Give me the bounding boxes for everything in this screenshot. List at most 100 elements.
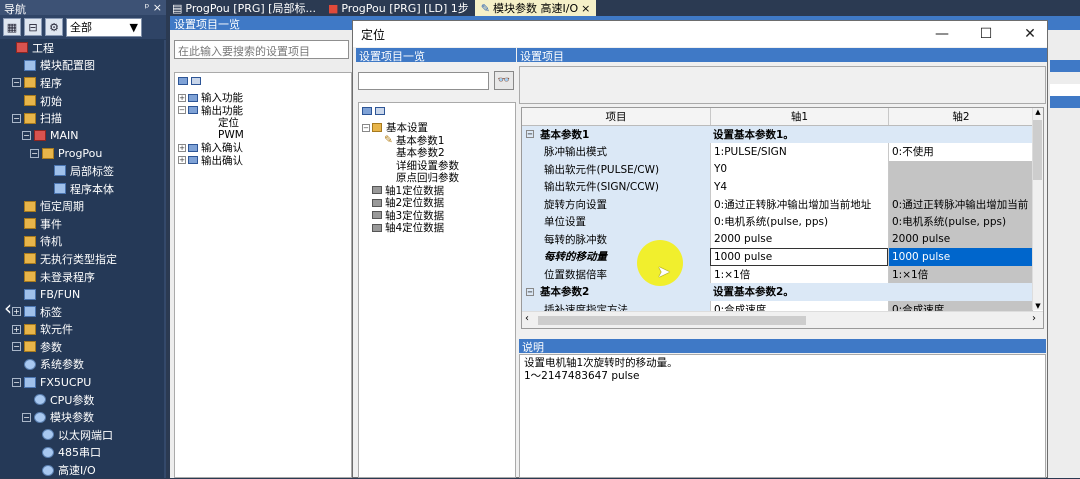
scroll-up-icon[interactable]: ▲ xyxy=(1033,108,1043,116)
expand-toggle-icon[interactable]: − xyxy=(30,148,39,158)
nav-item[interactable]: − ProgPou xyxy=(0,145,166,163)
grid-cell-axis2[interactable]: 1000 pulse xyxy=(888,248,1033,266)
nav-item[interactable]: 系统参数 xyxy=(0,356,166,374)
grid-row[interactable]: 单位设置 0:电机系统(pulse, pps) 0:电机系统(pulse, pps) xyxy=(522,213,1033,231)
grid-row[interactable]: 旋转方向设置 0:通过正转脉冲输出增加当前地址 0:通过正转脉冲输出增加当前 xyxy=(522,195,1033,213)
expand-toggle-icon[interactable]: − xyxy=(12,342,21,352)
nav-item[interactable]: − FX5UCPU xyxy=(0,373,166,391)
tab-ladder[interactable]: ■ ProgPou [PRG] [LD] 1步 xyxy=(322,0,475,16)
grid-cell-axis2[interactable]: 0:通过正转脉冲输出增加当前 xyxy=(888,195,1033,213)
nav-item[interactable]: − 模块参数 xyxy=(0,408,166,426)
expand-toggle-icon[interactable]: − xyxy=(22,131,31,141)
tab-module-param[interactable]: ✎ 模块参数 高速I/O × xyxy=(474,0,597,16)
nav-item[interactable]: 待机 xyxy=(0,233,166,251)
grid-cell-axis1[interactable]: 1:×1倍 xyxy=(710,265,888,283)
tree-item-output-function[interactable]: − 输出功能 xyxy=(178,104,348,117)
search-input[interactable]: 在此输入要搜索的设置项目 xyxy=(174,40,349,59)
grid-vertical-scrollbar[interactable]: ▲ ▼ xyxy=(1032,108,1043,310)
grid-group-cell[interactable]: − 基本参数2 xyxy=(522,283,710,301)
grid-cell-axis1[interactable]: 0:通过正转脉冲输出增加当前地址 xyxy=(710,195,888,213)
grid-row[interactable]: 脉冲输出模式 1:PULSE/SIGN 0:不使用 xyxy=(522,143,1033,161)
close-icon[interactable]: ✕ xyxy=(1021,26,1039,42)
grid-cell-axis1[interactable]: 设置基本参数2。 xyxy=(710,283,888,301)
minimize-icon[interactable]: — xyxy=(933,26,951,42)
nav-item[interactable]: CPU参数 xyxy=(0,391,166,409)
nav-item[interactable]: 局部标签 xyxy=(0,162,166,180)
nav-item[interactable]: 工程 xyxy=(0,39,166,57)
grid-cell-axis2[interactable]: 1:×1倍 xyxy=(888,265,1033,283)
tree-view-toggle-icon[interactable] xyxy=(362,105,512,118)
nav-item[interactable]: 初始 xyxy=(0,92,166,110)
tab-local-label[interactable]: ▤ ProgPou [PRG] [局部标... xyxy=(166,0,322,16)
expand-toggle-icon[interactable]: + xyxy=(12,324,21,334)
expand-toggle-icon[interactable]: + xyxy=(12,307,21,317)
scroll-right-icon[interactable]: › xyxy=(1032,313,1036,324)
nav-item[interactable]: − 程序 xyxy=(0,74,166,92)
column-header-item[interactable]: 项目 xyxy=(522,108,710,125)
nav-item[interactable]: − 参数 xyxy=(0,338,166,356)
grid-row[interactable]: − 基本参数2 设置基本参数2。 xyxy=(522,283,1033,301)
grid-row[interactable]: 位置数据倍率 1:×1倍 1:×1倍 xyxy=(522,265,1033,283)
nav-item[interactable]: 程序本体 xyxy=(0,180,166,198)
grid-cell-axis1[interactable]: 2000 pulse xyxy=(710,230,888,248)
grid-cell-axis2[interactable]: 0:电机系统(pulse, pps) xyxy=(888,213,1033,231)
tree-item-axis4-data[interactable]: 轴4定位数据 xyxy=(362,222,512,234)
navigation-scrollbar[interactable] xyxy=(164,40,166,478)
grid-row[interactable]: 输出软元件(PULSE/CW) Y0 xyxy=(522,160,1033,178)
grid-group-cell[interactable]: − 基本参数1 xyxy=(522,126,710,144)
nav-item[interactable]: 事件 xyxy=(0,215,166,233)
nav-item[interactable]: 无执行类型指定 xyxy=(0,250,166,268)
grid-cell-axis1[interactable]: 1:PULSE/SIGN xyxy=(710,143,888,161)
grid-cell-axis1[interactable]: 设置基本参数1。 xyxy=(710,126,888,144)
grid-cell-axis2[interactable]: 0:不使用 xyxy=(888,143,1033,161)
dialog-search-input[interactable] xyxy=(358,72,489,90)
grid-cell-axis2[interactable] xyxy=(888,283,1033,301)
grid-row[interactable]: 每转的脉冲数 2000 pulse 2000 pulse xyxy=(522,230,1033,248)
grid-row[interactable]: 输出软元件(SIGN/CCW) Y4 xyxy=(522,178,1033,196)
close-icon[interactable]: × xyxy=(581,2,590,15)
column-header-axis1[interactable]: 轴1 xyxy=(710,108,888,125)
grid-cell-axis2[interactable] xyxy=(888,160,1033,178)
nav-item[interactable]: − 扫描 xyxy=(0,109,166,127)
tree-view-icon[interactable]: ▦ xyxy=(3,18,21,36)
scroll-thumb[interactable] xyxy=(1033,120,1042,180)
maximize-icon[interactable]: ☐ xyxy=(977,26,995,42)
nav-item[interactable]: 以太网端口 xyxy=(0,426,166,444)
binoculars-icon[interactable]: 👓 xyxy=(494,71,514,90)
nav-item[interactable]: 恒定周期 xyxy=(0,197,166,215)
scroll-left-icon[interactable]: ‹ xyxy=(525,313,529,324)
tree-item-positioning[interactable]: 定位 xyxy=(178,117,348,129)
grid-cell-item[interactable]: 输出软元件(PULSE/CW) xyxy=(522,160,710,178)
grid-cell-item[interactable]: 单位设置 xyxy=(522,213,710,231)
collapse-toggle-icon[interactable]: − xyxy=(526,287,534,296)
gear-icon[interactable]: ⚙ xyxy=(45,18,63,36)
nav-item[interactable]: + 软元件 xyxy=(0,321,166,339)
grid-cell-axis1[interactable]: Y0 xyxy=(710,160,888,178)
expand-toggle-icon[interactable]: − xyxy=(12,78,21,88)
grid-cell-item[interactable]: 旋转方向设置 xyxy=(522,195,710,213)
split-view-icon[interactable]: ⊟ xyxy=(24,18,42,36)
grid-row[interactable]: − 基本参数1 设置基本参数1。 xyxy=(522,125,1033,144)
grid-cell-axis1[interactable]: 0:电机系统(pulse, pps) xyxy=(710,213,888,231)
scroll-down-icon[interactable]: ▼ xyxy=(1033,302,1043,310)
expand-toggle-icon[interactable]: − xyxy=(12,377,21,387)
expand-toggle-icon[interactable]: − xyxy=(12,113,21,123)
expand-toggle-icon[interactable]: − xyxy=(22,412,31,422)
filter-select[interactable]: 全部 ▼ xyxy=(66,17,142,37)
nav-item[interactable]: + 标签 xyxy=(0,303,166,321)
pin-close-icons[interactable]: ᵖ × xyxy=(145,1,162,14)
tree-item-output-confirm[interactable]: + 输出确认 xyxy=(178,154,348,167)
nav-item[interactable]: 模块配置图 xyxy=(0,57,166,75)
collapse-toggle-icon[interactable]: − xyxy=(526,130,534,139)
collapse-arrow-icon[interactable]: ‹ xyxy=(4,296,12,320)
nav-item[interactable]: FB/FUN xyxy=(0,285,166,303)
grid-cell-axis2[interactable] xyxy=(888,178,1033,196)
column-header-axis2[interactable]: 轴2 xyxy=(888,108,1033,125)
nav-item[interactable]: − MAIN xyxy=(0,127,166,145)
tree-view-toggle-icon[interactable] xyxy=(178,75,348,88)
grid-row[interactable]: 每转的移动量 1000 pulse 1000 pulse xyxy=(522,248,1033,266)
scroll-thumb[interactable] xyxy=(538,316,806,325)
grid-cell-item[interactable]: 每转的脉冲数 xyxy=(522,230,710,248)
nav-item[interactable]: 高速I/O xyxy=(0,461,166,479)
grid-cell-axis1[interactable]: Y4 xyxy=(710,178,888,196)
